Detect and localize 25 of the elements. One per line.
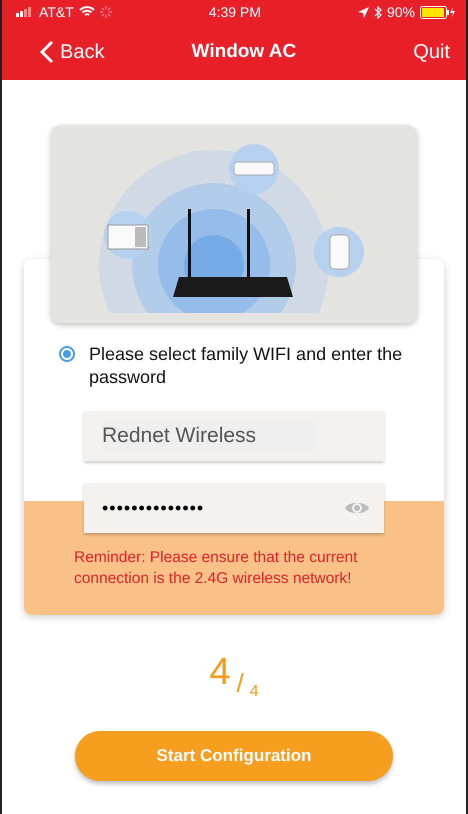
portable-ac-drawing [330, 234, 350, 270]
screen-title: Window AC [192, 41, 296, 63]
location-arrow-icon [358, 6, 369, 18]
window-ac-drawing [108, 224, 148, 250]
step-separator: / [236, 668, 244, 699]
carrier-label: AT&T [39, 4, 74, 20]
battery-percent: 90% [386, 4, 415, 20]
quit-button[interactable]: Quit [413, 40, 450, 64]
current-step: 4 [209, 653, 230, 691]
battery-charging-icon [420, 6, 456, 18]
back-button[interactable]: Back [40, 40, 104, 64]
radio-button[interactable] [59, 346, 75, 362]
bluetooth-icon [374, 6, 382, 18]
signal-icon [16, 7, 34, 17]
wifi-name-field[interactable]: Rednet Wireless [84, 411, 384, 461]
wall-ac-drawing [234, 162, 274, 176]
total-steps: 4 [250, 683, 259, 701]
chevron-left-icon [40, 40, 54, 64]
eye-icon[interactable] [344, 500, 370, 516]
password-field[interactable]: •••••••••••••• [84, 483, 384, 533]
instruction-text: Please select family WIFI and enter the password [89, 343, 404, 389]
reminder-text: Reminder: Please ensure that the current connection is the 2.4G wireless network! [74, 548, 358, 589]
clock-time: 4:39 PM [208, 4, 261, 20]
wifi-icon [78, 6, 95, 18]
activity-spinner-icon [100, 6, 112, 18]
